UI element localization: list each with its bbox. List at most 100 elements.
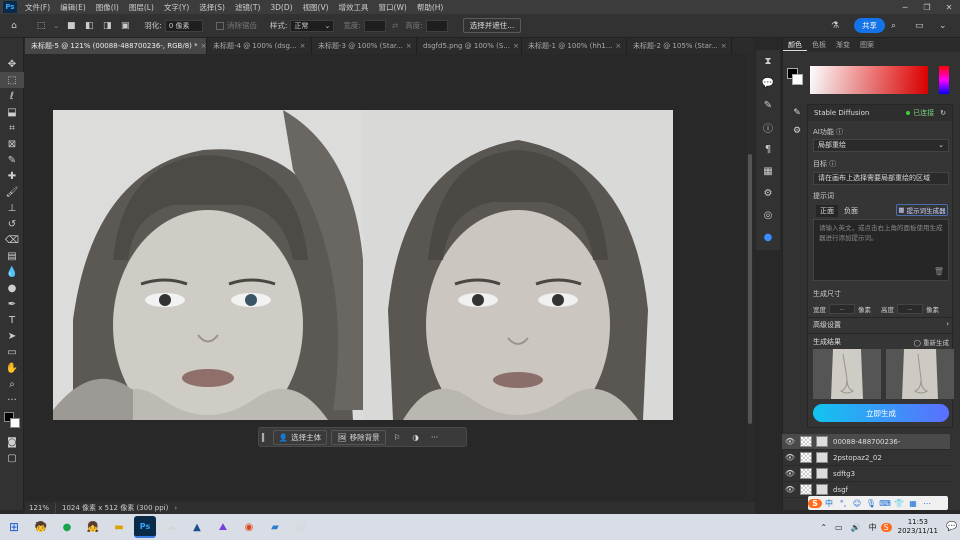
dodge-tool-icon[interactable]: ● (0, 280, 24, 296)
app-mountain-icon[interactable]: ⛰ (212, 516, 234, 538)
style-select[interactable]: 正常 ⌄ (290, 19, 335, 32)
visibility-eye-icon[interactable]: 👁 (782, 453, 798, 462)
healing-brush-tool-icon[interactable]: ✚ (0, 168, 24, 184)
tab-document-2[interactable]: 未标题-2 @ 105% (Star... × (627, 38, 732, 54)
close-tab-icon[interactable]: × (297, 42, 306, 50)
clock[interactable]: 11:53 2023/11/11 (892, 518, 944, 536)
menu-filter[interactable]: 滤镜(T) (230, 2, 265, 13)
close-tab-icon[interactable]: × (198, 42, 206, 50)
menu-file[interactable]: 文件(F) (20, 2, 55, 13)
history-brush-tool-icon[interactable]: ↺ (0, 216, 24, 232)
app-cloud-icon[interactable]: ☁ (160, 516, 182, 538)
windows-start-icon[interactable]: ⊞ (0, 520, 28, 534)
rectangle-tool-icon[interactable]: ▭ (0, 344, 24, 360)
zoom-tool-icon[interactable]: ⌕ (0, 376, 24, 392)
glyphs-panel-icon[interactable]: ▦ (756, 160, 780, 182)
visibility-eye-icon[interactable]: 👁 (782, 469, 798, 478)
ime-menu-icon[interactable]: ⋯ (920, 499, 934, 508)
refresh-icon[interactable]: ↻ (940, 109, 946, 117)
adjust-icon[interactable]: ◑ (406, 433, 425, 442)
workspace-icon[interactable]: ▭ (915, 21, 933, 31)
menu-type[interactable]: 文字(Y) (159, 2, 194, 13)
background-color-swatch[interactable] (10, 418, 20, 428)
menu-image[interactable]: 图像(I) (91, 2, 124, 13)
close-tab-icon[interactable]: × (718, 42, 727, 50)
move-tool-icon[interactable]: ✥ (0, 56, 24, 72)
crop-tool-icon[interactable]: ⌗ (0, 120, 24, 136)
menu-plugins[interactable]: 增效工具 (334, 2, 374, 13)
select-subject-button[interactable]: 👤 选择主体 (272, 429, 328, 445)
brush-panel-icon[interactable]: ✎ (756, 94, 780, 116)
width-input[interactable] (363, 19, 386, 32)
close-icon[interactable]: ✕ (938, 3, 960, 12)
tab-document-4[interactable]: 未标题-4 @ 100% (dsg... × (207, 38, 312, 54)
tab-document-5[interactable]: 未标题-5 @ 121% (00088-488700236-, RGB/8) *… (25, 38, 207, 54)
transform-icon[interactable]: ⚐ (388, 433, 407, 442)
document-image[interactable] (53, 110, 673, 420)
feather-input[interactable]: 0 像素 (164, 19, 203, 32)
libraries-panel-icon[interactable]: ◎ (756, 204, 780, 226)
file-explorer-icon[interactable]: ▬ (108, 516, 130, 538)
notification-icon[interactable]: 💬 (944, 522, 960, 532)
share-button[interactable]: 共享 (854, 18, 885, 33)
layer-item[interactable]: 👁 sdftg3 (782, 466, 950, 482)
hand-tool-icon[interactable]: ✋ (0, 360, 24, 376)
preset-chevron-icon[interactable]: ⌄ (53, 21, 59, 30)
workspace-chevron-icon[interactable]: ⌄ (939, 21, 957, 31)
visibility-eye-icon[interactable]: 👁 (782, 485, 798, 494)
marquee-preset-icon[interactable]: ⬚ (35, 20, 47, 32)
vertical-scroll-thumb[interactable] (748, 154, 752, 424)
prompt-generator-button[interactable]: ▦ 提示词生成器 (896, 204, 948, 216)
tab-dsgfd5[interactable]: dsgfd5.png @ 100% (S... × (417, 38, 522, 54)
status-chevron-icon[interactable]: › (174, 504, 177, 512)
flask-icon[interactable]: ⚗ (831, 21, 849, 31)
color-swatches[interactable] (0, 408, 23, 434)
clone-stamp-tool-icon[interactable]: ⊥ (0, 200, 24, 216)
quick-mask-icon[interactable]: ◙ (0, 434, 24, 450)
chrome-icon[interactable]: ◉ (238, 516, 260, 538)
keyboard-icon[interactable]: ⌨ (878, 499, 892, 508)
tray-expand-icon[interactable]: ⌃ (816, 523, 831, 532)
object-select-tool-icon[interactable]: ⬓ (0, 104, 24, 120)
layer-item[interactable]: 👁 2pstopaz2_02 (782, 450, 950, 466)
app-anime-icon[interactable]: 👧 (82, 516, 104, 538)
eraser-tool-icon[interactable]: ⌫ (0, 232, 24, 248)
ime-language-toggle[interactable]: 中 (822, 498, 836, 509)
result-thumbnail-2[interactable] (886, 349, 954, 399)
search-icon[interactable]: ⌕ (891, 21, 909, 31)
type-tool-icon[interactable]: T (0, 312, 24, 328)
add-selection-icon[interactable]: ◧ (83, 20, 95, 32)
plugin-panel-icon[interactable]: ● (756, 226, 780, 248)
drag-handle-icon[interactable]: ▍ (259, 433, 271, 442)
paragraph-panel-icon[interactable]: ¶ (756, 138, 780, 160)
close-tab-icon[interactable]: × (612, 42, 621, 50)
microphone-icon[interactable]: 🎙 (864, 499, 878, 508)
app-green-icon[interactable]: ● (56, 516, 78, 538)
new-selection-icon[interactable]: ■ (65, 20, 77, 32)
ai-function-select[interactable]: 局部重绘 ⌄ (813, 139, 949, 152)
volume-icon[interactable]: 🔊 (847, 523, 865, 532)
menu-help[interactable]: 帮助(H) (412, 2, 449, 13)
screen-mode-icon[interactable]: ▢ (0, 450, 24, 466)
tab-gradients[interactable]: 渐变 (831, 40, 855, 50)
more-options-icon[interactable]: ··· (425, 433, 444, 442)
sogou-tray-icon[interactable]: S (880, 522, 892, 532)
height-input[interactable]: -- (897, 303, 923, 314)
prompt-textarea[interactable]: 请输入英文，或点击右上角的面板使用生成器进行添加提示词。 🗑 (813, 219, 949, 281)
path-select-tool-icon[interactable]: ➤ (0, 328, 24, 344)
ime-tools-icon[interactable]: ▦ (906, 499, 920, 508)
advanced-settings-row[interactable]: 高级设置 › (813, 320, 949, 330)
height-input[interactable] (425, 19, 448, 32)
home-icon[interactable]: ⌂ (8, 20, 20, 32)
layer-item[interactable]: 👁 00088-488700236- (782, 434, 950, 450)
target-field[interactable]: 请在画布上选择需要局部重绘的区域 (813, 172, 949, 185)
zoom-level[interactable]: 121% (25, 504, 55, 512)
info-icon[interactable]: ⓘ (836, 128, 843, 136)
tab-positive-prompt[interactable]: 正面 (816, 205, 838, 217)
gradient-tool-icon[interactable]: ▤ (0, 248, 24, 264)
menu-window[interactable]: 窗口(W) (374, 2, 412, 13)
menu-layer[interactable]: 图层(L) (124, 2, 159, 13)
intersect-selection-icon[interactable]: ▣ (119, 20, 131, 32)
trash-icon[interactable]: 🗑 (934, 267, 944, 277)
ime-skin-icon[interactable]: 👕 (892, 499, 906, 508)
